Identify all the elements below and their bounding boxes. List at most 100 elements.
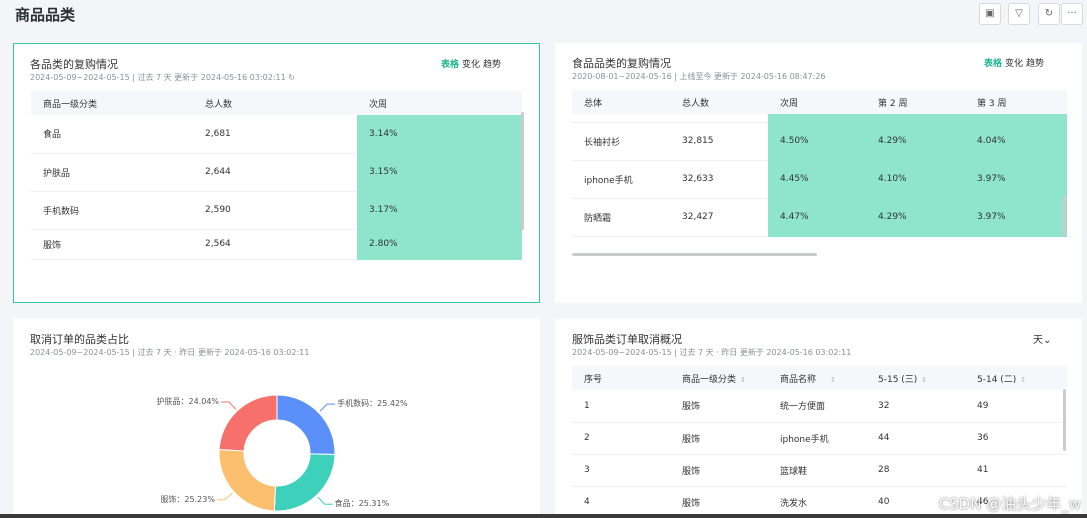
table-cell: 2	[572, 422, 670, 455]
cancel-share-card[interactable]: 取消订单的品类占比 2024-05-09~2024-05-15 | 过去 7 天…	[13, 319, 540, 518]
table-cell: 32	[866, 390, 965, 423]
table-row[interactable]: 1 服饰 统一方便面 32 49	[572, 390, 1067, 423]
card-subtitle: 2020-08-01~2024-05-16 | 上线至今 更新于 2024-05…	[572, 72, 826, 81]
bottom-bar	[0, 514, 1087, 518]
filter-button[interactable]: ▽	[1008, 3, 1030, 25]
table-row[interactable]: 防晒霜 32,427 4.47% 4.29% 3.97%	[572, 198, 1067, 237]
refresh-button[interactable]: ↻	[1038, 3, 1060, 25]
more-button[interactable]: ···	[1061, 3, 1083, 25]
table-cell: 防晒霜	[572, 198, 670, 237]
pie-label: 手机数码：25.42%	[337, 399, 408, 409]
unit-select[interactable]: 天⌄	[1033, 331, 1051, 346]
table-cell: 服饰	[670, 422, 768, 455]
save-button[interactable]: ▣	[979, 3, 1001, 25]
view-change-tab[interactable]: 变化	[1005, 59, 1023, 69]
table-cell: 篮球鞋	[768, 454, 866, 487]
table-cell: 统一方便面	[768, 390, 866, 423]
view-table-tab[interactable]: 表格	[441, 60, 459, 70]
page-title: 商品品类	[15, 6, 76, 24]
pie-leader-line	[317, 496, 333, 505]
table-row[interactable]: 护肤品 2,644 3.15%	[31, 153, 522, 192]
table-row[interactable]: 食品 2,681 3.14%	[31, 115, 522, 154]
table-row[interactable]: 3 服饰 篮球鞋 28 41	[572, 454, 1067, 487]
table-cell: 2,564	[193, 229, 357, 260]
pie-leader-line	[221, 401, 237, 410]
pie-slice-3[interactable]	[218, 394, 278, 452]
repurchase-table: 商品一级分类 总人数 次周 食品 2,681 3.14% 护肤品 2,644 3…	[31, 91, 522, 260]
view-switch: 表格 变化 趋势	[438, 57, 501, 70]
cancel-overview-card[interactable]: 服饰品类订单取消概况 2024-05-09~2024-05-15 | 过去 7 …	[555, 319, 1082, 518]
table-row[interactable]: 2 服饰 iphone手机 44 36	[572, 422, 1067, 455]
card-subtitle: 2024-05-09~2024-05-15 | 过去 7 天 · 昨日 更新于 …	[572, 348, 852, 357]
table-cell: 36	[965, 422, 1067, 455]
table-cell: 2,681	[193, 115, 357, 154]
card-title: 各品类的复购情况	[30, 58, 118, 71]
chevron-down-icon: ⌄	[1043, 335, 1052, 346]
table-cell: 4.50%	[768, 122, 866, 161]
table-cell: 3.17%	[357, 191, 522, 230]
table-cell: iphone手机	[572, 160, 670, 199]
table-cell: 3.14%	[357, 115, 522, 154]
view-table-tab[interactable]: 表格	[984, 59, 1002, 69]
vertical-scrollbar[interactable]	[521, 112, 524, 230]
column-header[interactable]: 商品名称 ⇕	[768, 366, 866, 390]
column-header[interactable]: 商品一级分类 ⇕	[670, 366, 768, 390]
table-cell: 服饰	[670, 454, 768, 487]
pie-leader-line	[216, 492, 233, 501]
column-header: 序号	[572, 366, 670, 390]
pie-slice-2[interactable]	[218, 448, 277, 512]
table-cell: 41	[965, 454, 1067, 487]
horizontal-scrollbar[interactable]	[572, 253, 817, 256]
save-icon: ▣	[985, 8, 995, 19]
table-cell: 4.04%	[965, 122, 1067, 161]
column-header: 第 2 周	[866, 90, 965, 114]
table-cell: 4.45%	[768, 160, 866, 199]
table-cell: iphone手机	[768, 422, 866, 455]
pie-slice-0[interactable]	[276, 394, 336, 456]
refresh-icon[interactable]: ↻	[288, 73, 295, 82]
repurchase-card[interactable]: 各品类的复购情况 2024-05-09~2024-05-15 | 过去 7 天 …	[13, 43, 540, 303]
table-cell: 护肤品	[31, 153, 193, 192]
page-header: 商品品类 ▣ ▽ ↻ ···	[0, 0, 1087, 34]
table-cell: 服饰	[31, 229, 193, 260]
table-cell: 44	[866, 422, 965, 455]
view-trend-tab[interactable]: 趋势	[1026, 59, 1044, 69]
table-header: 商品一级分类 总人数 次周	[31, 91, 522, 115]
table-cell: 32,633	[670, 160, 768, 199]
sort-icon: ⇕	[740, 375, 746, 384]
table-row[interactable]: 服饰 2,564 2.80%	[31, 229, 522, 260]
column-header: 总人数	[193, 91, 357, 115]
column-header: 次周	[357, 91, 522, 115]
unit-select-value: 天	[1033, 335, 1043, 346]
vertical-scrollbar[interactable]	[1063, 196, 1066, 236]
card-title: 服饰品类订单取消概况	[572, 333, 682, 346]
column-header[interactable]: 5-15 (三) ⇕	[866, 366, 965, 390]
table-header: 序号 商品一级分类 ⇕ 商品名称 ⇕ 5-15 (三) ⇕ 5-14 (二) ⇕	[572, 366, 1067, 390]
pie-slice-1[interactable]	[273, 453, 336, 512]
vertical-scrollbar[interactable]	[1063, 389, 1066, 451]
view-trend-tab[interactable]: 趋势	[483, 60, 501, 70]
table-row[interactable]: 长袖衬衫 32,815 4.50% 4.29% 4.04%	[572, 122, 1067, 161]
table-row[interactable]: 手机数码 2,590 3.17%	[31, 191, 522, 230]
table-cell: 2,590	[193, 191, 357, 230]
watermark: CSDN @油头少年_w	[938, 495, 1081, 513]
column-header: 总人数	[670, 90, 768, 114]
table-cell: 3.15%	[357, 153, 522, 192]
table-cell: 3	[572, 454, 670, 487]
table-cell: 28	[866, 454, 965, 487]
column-header: 总体	[572, 90, 670, 114]
pie-label: 食品：25.31%	[334, 499, 390, 509]
table-row[interactable]: iphone手机 32,633 4.45% 4.10% 3.97%	[572, 160, 1067, 199]
column-header: 商品一级分类	[31, 91, 193, 115]
food-repurchase-card[interactable]: 食品品类的复购情况 2020-08-01~2024-05-16 | 上线至今 更…	[555, 43, 1082, 303]
column-header: 第 3 周	[965, 90, 1067, 114]
table-cell: 服饰	[670, 390, 768, 423]
table-cell: 49	[965, 390, 1067, 423]
table-header: 总体 总人数 次周 第 2 周 第 3 周	[572, 90, 1067, 114]
column-header[interactable]: 5-14 (二) ⇕	[965, 366, 1067, 390]
view-change-tab[interactable]: 变化	[462, 60, 480, 70]
table-cell: 32,815	[670, 122, 768, 161]
filter-icon: ▽	[1015, 8, 1023, 19]
food-repurchase-table: 总体 总人数 次周 第 2 周 第 3 周 长袖衬衫 32,815 4.50% …	[572, 90, 1067, 237]
table-cell: 4.29%	[866, 198, 965, 237]
